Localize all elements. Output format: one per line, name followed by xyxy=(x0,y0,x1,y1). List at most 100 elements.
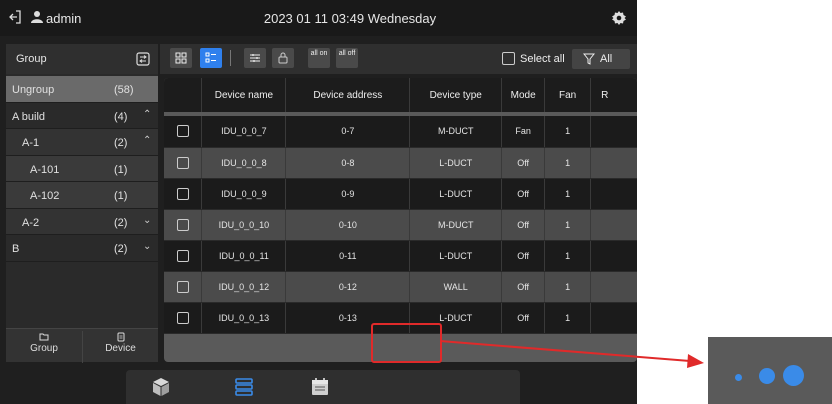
calendar-icon[interactable] xyxy=(310,377,330,397)
grid-view-icon xyxy=(175,52,187,64)
zoomed-dot-large xyxy=(783,365,804,386)
fan-cell: 1 xyxy=(544,116,592,148)
sidebar-item-label: A-1 xyxy=(22,137,40,149)
sidebar-item-count: (2) xyxy=(114,216,128,229)
group-mode-button[interactable]: Group xyxy=(6,331,82,363)
sidebar-item-a-build[interactable]: A build (4) ⌃ xyxy=(6,103,158,129)
group-toggle-icon[interactable] xyxy=(136,52,150,66)
fan-cell: 1 xyxy=(544,240,592,272)
mode-cell: Off xyxy=(501,178,546,210)
sidebar-item-b[interactable]: B (2) ⌄ xyxy=(6,235,158,262)
top-bar: admin 2023 01 11 03:49 Wednesday xyxy=(0,0,637,36)
batch-settings-button[interactable] xyxy=(244,48,266,68)
datetime: 2023 01 11 03:49 Wednesday xyxy=(263,11,437,26)
filter-settings-icon xyxy=(250,54,260,62)
device-address-cell: 0-8 xyxy=(285,147,411,179)
user-icon xyxy=(31,11,43,23)
device-type-cell: WALL xyxy=(409,271,503,303)
sidebar-item-count: (1) xyxy=(114,163,128,176)
group-list: Ungroup (58) A build (4) ⌃ A-1 (2) ⌃ A-1… xyxy=(6,76,158,262)
bottom-nav xyxy=(126,370,520,404)
lock-button[interactable] xyxy=(272,48,294,68)
column-header-fan[interactable]: Fan xyxy=(544,78,592,112)
column-header-r[interactable]: R xyxy=(590,78,637,112)
all-on-label: all on xyxy=(310,50,328,57)
table-row[interactable]: IDU_0_0_10 0-10 M-DUCT Off 1 xyxy=(164,209,637,241)
lock-icon xyxy=(278,52,288,64)
sidebar-item-label: Ungroup xyxy=(12,84,55,96)
device-type-cell: L-DUCT xyxy=(409,147,503,179)
fan-cell: 1 xyxy=(544,209,592,241)
device-name-cell: IDU_0_0_13 xyxy=(201,302,287,334)
toolbar: all on all off Select all All xyxy=(160,44,637,74)
filter-button[interactable]: All xyxy=(572,49,630,69)
filter-icon xyxy=(583,53,595,65)
list-view-button[interactable] xyxy=(200,48,222,68)
sidebar-item-count: (4) xyxy=(114,110,128,123)
group-sidebar: Group Ungroup (58) A build (4) ⌃ A-1 (2)… xyxy=(6,44,158,363)
column-header-device-name[interactable]: Device name xyxy=(201,78,287,112)
device-mode-button[interactable]: Device xyxy=(82,331,158,363)
column-header-device-type[interactable]: Device type xyxy=(409,78,503,112)
cube-icon[interactable] xyxy=(151,377,171,397)
sidebar-title: Group xyxy=(16,53,47,65)
device-name-cell: IDU_0_0_11 xyxy=(201,240,287,272)
sidebar-item-label: A-2 xyxy=(22,216,40,229)
folder-icon xyxy=(39,333,49,341)
all-off-label: all off xyxy=(338,50,356,57)
list-view-icon xyxy=(205,52,216,63)
row-checkbox[interactable] xyxy=(176,311,189,324)
chevron-down-icon[interactable]: ⌄ xyxy=(143,241,151,252)
mode-cell: Off xyxy=(501,209,546,241)
sidebar-item-a-102[interactable]: A-102 (1) xyxy=(6,182,158,209)
table-row[interactable]: IDU_0_0_12 0-12 WALL Off 1 xyxy=(164,271,637,303)
row-checkbox[interactable] xyxy=(176,218,189,231)
row-checkbox[interactable] xyxy=(176,280,189,293)
logout-icon[interactable] xyxy=(8,10,22,24)
sidebar-item-label: B xyxy=(12,243,20,255)
table-row[interactable]: IDU_0_0_11 0-11 L-DUCT Off 1 xyxy=(164,240,637,272)
all-off-button[interactable]: all off xyxy=(336,48,358,68)
column-header-device-address[interactable]: Device address xyxy=(285,78,411,112)
fan-cell: 1 xyxy=(544,147,592,179)
column-header-mode[interactable]: Mode xyxy=(501,78,546,112)
sidebar-item-a-1[interactable]: A-1 (2) ⌃ xyxy=(6,129,158,156)
annotation-highlight-box xyxy=(371,323,442,363)
grid-view-button[interactable] xyxy=(170,48,192,68)
annotation-zoom-view xyxy=(708,337,832,404)
fan-cell: 1 xyxy=(544,302,592,334)
mode-cell: Off xyxy=(501,147,546,179)
device-name-cell: IDU_0_0_8 xyxy=(201,147,287,179)
sidebar-item-label: A-102 xyxy=(30,190,60,202)
gear-icon[interactable] xyxy=(611,10,627,26)
chevron-up-icon[interactable]: ⌃ xyxy=(143,135,151,146)
fan-cell: 1 xyxy=(544,271,592,303)
select-all-checkbox[interactable] xyxy=(502,52,515,65)
list-stack-icon[interactable] xyxy=(234,377,254,397)
table-row[interactable]: IDU_0_0_9 0-9 L-DUCT Off 1 xyxy=(164,178,637,210)
sidebar-item-ungroup[interactable]: Ungroup (58) xyxy=(6,76,158,103)
row-checkbox[interactable] xyxy=(176,187,189,200)
chevron-down-icon[interactable]: ⌄ xyxy=(143,215,151,226)
all-on-button[interactable]: all on xyxy=(308,48,330,68)
sidebar-item-label: A build xyxy=(12,110,46,123)
select-all-label: Select all xyxy=(520,53,565,65)
device-address-cell: 0-12 xyxy=(285,271,411,303)
row-checkbox[interactable] xyxy=(176,156,189,169)
device-type-cell: M-DUCT xyxy=(409,209,503,241)
sidebar-item-a-101[interactable]: A-101 (1) xyxy=(6,155,158,182)
device-name-cell: IDU_0_0_12 xyxy=(201,271,287,303)
chevron-up-icon[interactable]: ⌃ xyxy=(143,109,151,120)
row-checkbox[interactable] xyxy=(176,125,189,138)
mode-cell: Off xyxy=(501,271,546,303)
device-type-cell: M-DUCT xyxy=(409,116,503,148)
filter-label: All xyxy=(600,53,613,65)
table-row[interactable]: IDU_0_0_7 0-7 M-DUCT Fan 1 xyxy=(164,116,637,148)
zoomed-dot-medium xyxy=(759,368,775,384)
table-row[interactable]: IDU_0_0_8 0-8 L-DUCT Off 1 xyxy=(164,147,637,179)
row-checkbox[interactable] xyxy=(176,249,189,262)
device-address-cell: 0-9 xyxy=(285,178,411,210)
sidebar-item-a-2[interactable]: A-2 (2) ⌄ xyxy=(6,208,158,235)
sidebar-item-label: A-101 xyxy=(30,163,60,176)
device-type-cell: L-DUCT xyxy=(409,240,503,272)
